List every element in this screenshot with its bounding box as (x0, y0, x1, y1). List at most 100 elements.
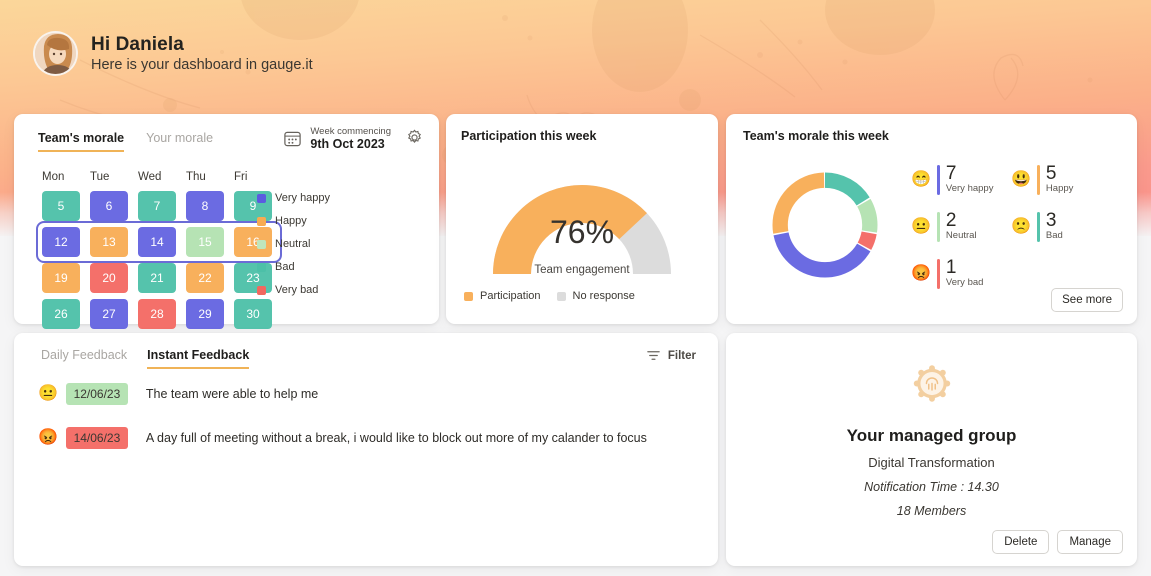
dashboard-page: Hi Daniela Here is your dashboard in gau… (0, 0, 1151, 576)
calendar-day-cell[interactable]: 13 (90, 227, 128, 257)
legend-item-neutral: Neutral (257, 238, 330, 250)
see-more-button[interactable]: See more (1051, 288, 1123, 312)
calendar-week-row: 19 20 21 22 23 (42, 263, 282, 293)
legend-label-very-bad: Very bad (275, 284, 319, 296)
legend-swatch-bad (257, 262, 266, 272)
day-header-wed: Wed (138, 171, 162, 183)
feedback-list: 😐 12/06/23 The team were able to help me 😡 1… (38, 383, 700, 471)
gauge-swatch-participation (464, 291, 473, 301)
calendar-week-row: 12 13 14 15 16 (36, 221, 282, 263)
morale-legend: 😁 7 Very happy 😃 5 Happy 😐 2 Neutral 🙁 3 Bad 😡 1 Very … (911, 164, 1126, 305)
mood-count: 7 (945, 163, 957, 184)
managed-group-actions: Delete Manage (992, 530, 1123, 554)
mood-color-bar (1036, 164, 1040, 195)
calendar-day-cell[interactable]: 22 (186, 263, 224, 293)
calendar-day-cell[interactable]: 26 (42, 299, 80, 329)
gauge-legend-participation: Participation (464, 290, 541, 302)
morale-legend-item: 😐 2 Neutral (911, 211, 1011, 242)
mood-label: Very bad (945, 277, 984, 288)
calendar-day-cell[interactable]: 15 (186, 227, 224, 257)
morale-legend-item: 😃 5 Happy (1011, 164, 1111, 195)
mood-label: Very happy (945, 183, 994, 194)
mood-stat: 5 Happy (1046, 164, 1073, 195)
managed-group-notification: Notification Time : 14.30 (864, 480, 999, 494)
calendar-grid: 5 6 7 8 9 12 13 14 15 16 19 20 21 22 23 26 27 28 29 30 (36, 191, 282, 335)
legend-label-very-happy: Very happy (275, 192, 331, 204)
mood-color-bar (936, 211, 940, 242)
calendar-day-cell[interactable]: 28 (138, 299, 176, 329)
calendar-day-cell[interactable]: 12 (42, 227, 80, 257)
week-commencing-text: Week commencing 9th Oct 2023 (310, 126, 391, 151)
avatar[interactable] (33, 31, 78, 76)
week-commencing-selector[interactable]: Week commencing 9th Oct 2023 (283, 126, 391, 151)
feedback-mood-icon: 😡 (38, 429, 58, 446)
feedback-text: The team were able to help me (145, 387, 319, 401)
filter-icon (647, 351, 660, 360)
calendar-day-cell[interactable]: 5 (42, 191, 80, 221)
calendar-day-cell[interactable]: 7 (138, 191, 176, 221)
feedback-mood-icon: 😐 (38, 385, 58, 402)
tab-daily-feedback[interactable]: Daily Feedback (41, 348, 127, 367)
mood-color-bar (1036, 211, 1040, 242)
morale-legend-item: 😁 7 Very happy (911, 164, 1011, 195)
gauge-legend-no-response: No response (556, 290, 635, 302)
day-header-tue: Tue (90, 171, 110, 183)
morale-week-title: Team's morale this week (743, 129, 889, 143)
calendar-day-cell[interactable]: 19 (42, 263, 80, 293)
greeting-subtitle: Here is your dashboard in gauge.it (91, 57, 313, 73)
mood-stat: 1 Very bad (946, 258, 984, 289)
gauge-swatch-no-response (556, 291, 566, 301)
mood-stat: 7 Very happy (946, 164, 994, 195)
gear-icon[interactable] (406, 129, 423, 146)
delete-button[interactable]: Delete (992, 530, 1050, 554)
tab-your-morale[interactable]: Your morale (146, 131, 213, 150)
mood-label: Bad (1045, 230, 1063, 241)
morale-legend-item: 😡 1 Very bad (911, 258, 1011, 289)
calendar-week-row: 56789 (42, 191, 282, 221)
mood-count: 5 (1045, 163, 1057, 184)
calendar-day-cell[interactable]: 20 (90, 263, 128, 293)
week-commencing-value: 9th Oct 2023 (310, 137, 385, 151)
day-header-mon: Mon (42, 171, 65, 183)
feedback-date: 14/06/23 (65, 427, 128, 449)
team-morale-week-card: Team's morale this week 😁 7 Very happy 😃 5 Ha… (726, 114, 1137, 324)
legend-swatch-very-bad (257, 285, 266, 295)
calendar-day-cell[interactable]: 6 (90, 191, 128, 221)
legend-item-happy: Happy (257, 215, 330, 227)
calendar-day-cell[interactable]: 27 (90, 299, 128, 329)
day-header-fri: Fri (234, 171, 248, 183)
feedback-date: 12/06/23 (65, 383, 128, 405)
greeting-title: Hi Daniela (91, 34, 184, 55)
feedback-card: Daily Feedback Instant Feedback Filter 😐… (14, 333, 718, 566)
calendar-day-cell[interactable]: 29 (186, 299, 224, 329)
participation-gauge-card: Participation this week 76% Team engagem… (446, 114, 718, 324)
mood-emoji-icon: 😃 (1011, 170, 1031, 188)
calendar-day-cell[interactable]: 14 (138, 227, 176, 257)
gauge-badge-icon (913, 365, 950, 402)
legend-label-happy: Happy (275, 215, 307, 227)
mood-emoji-icon: 🙁 (1011, 217, 1031, 235)
legend-label-bad: Bad (275, 261, 295, 273)
mood-count: 2 (945, 210, 957, 231)
tab-instant-feedback[interactable]: Instant Feedback (147, 348, 250, 369)
legend-item-very-bad: Very bad (257, 284, 330, 296)
calendar-day-cell[interactable]: 21 (138, 263, 176, 293)
morale-donut-chart (772, 172, 878, 278)
mood-emoji-icon: 😁 (911, 170, 931, 188)
legend-swatch-neutral (257, 239, 266, 249)
mood-color-bar (936, 258, 940, 289)
greeting-block: Hi Daniela Here is your dashboard in gau… (33, 31, 313, 76)
filter-button[interactable]: Filter (646, 348, 696, 363)
filter-label: Filter (667, 349, 696, 362)
week-commencing-label: Week commencing (310, 126, 391, 137)
calendar-day-cell[interactable]: 8 (186, 191, 224, 221)
feedback-row: 😐 12/06/23 The team were able to help me (38, 383, 700, 405)
feedback-tabs: Daily Feedback Instant Feedback (41, 348, 250, 369)
day-header-thu: Thu (186, 171, 206, 183)
legend-item-very-happy: Very happy (257, 192, 330, 204)
managed-group-members: 18 Members (896, 504, 967, 518)
feedback-row: 😡 14/06/23 A day full of meeting without a… (38, 427, 700, 449)
manage-button[interactable]: Manage (1057, 530, 1123, 554)
feedback-text: A day full of meeting without a break, i… (145, 431, 647, 445)
tab-teams-morale[interactable]: Team's morale (38, 131, 125, 152)
